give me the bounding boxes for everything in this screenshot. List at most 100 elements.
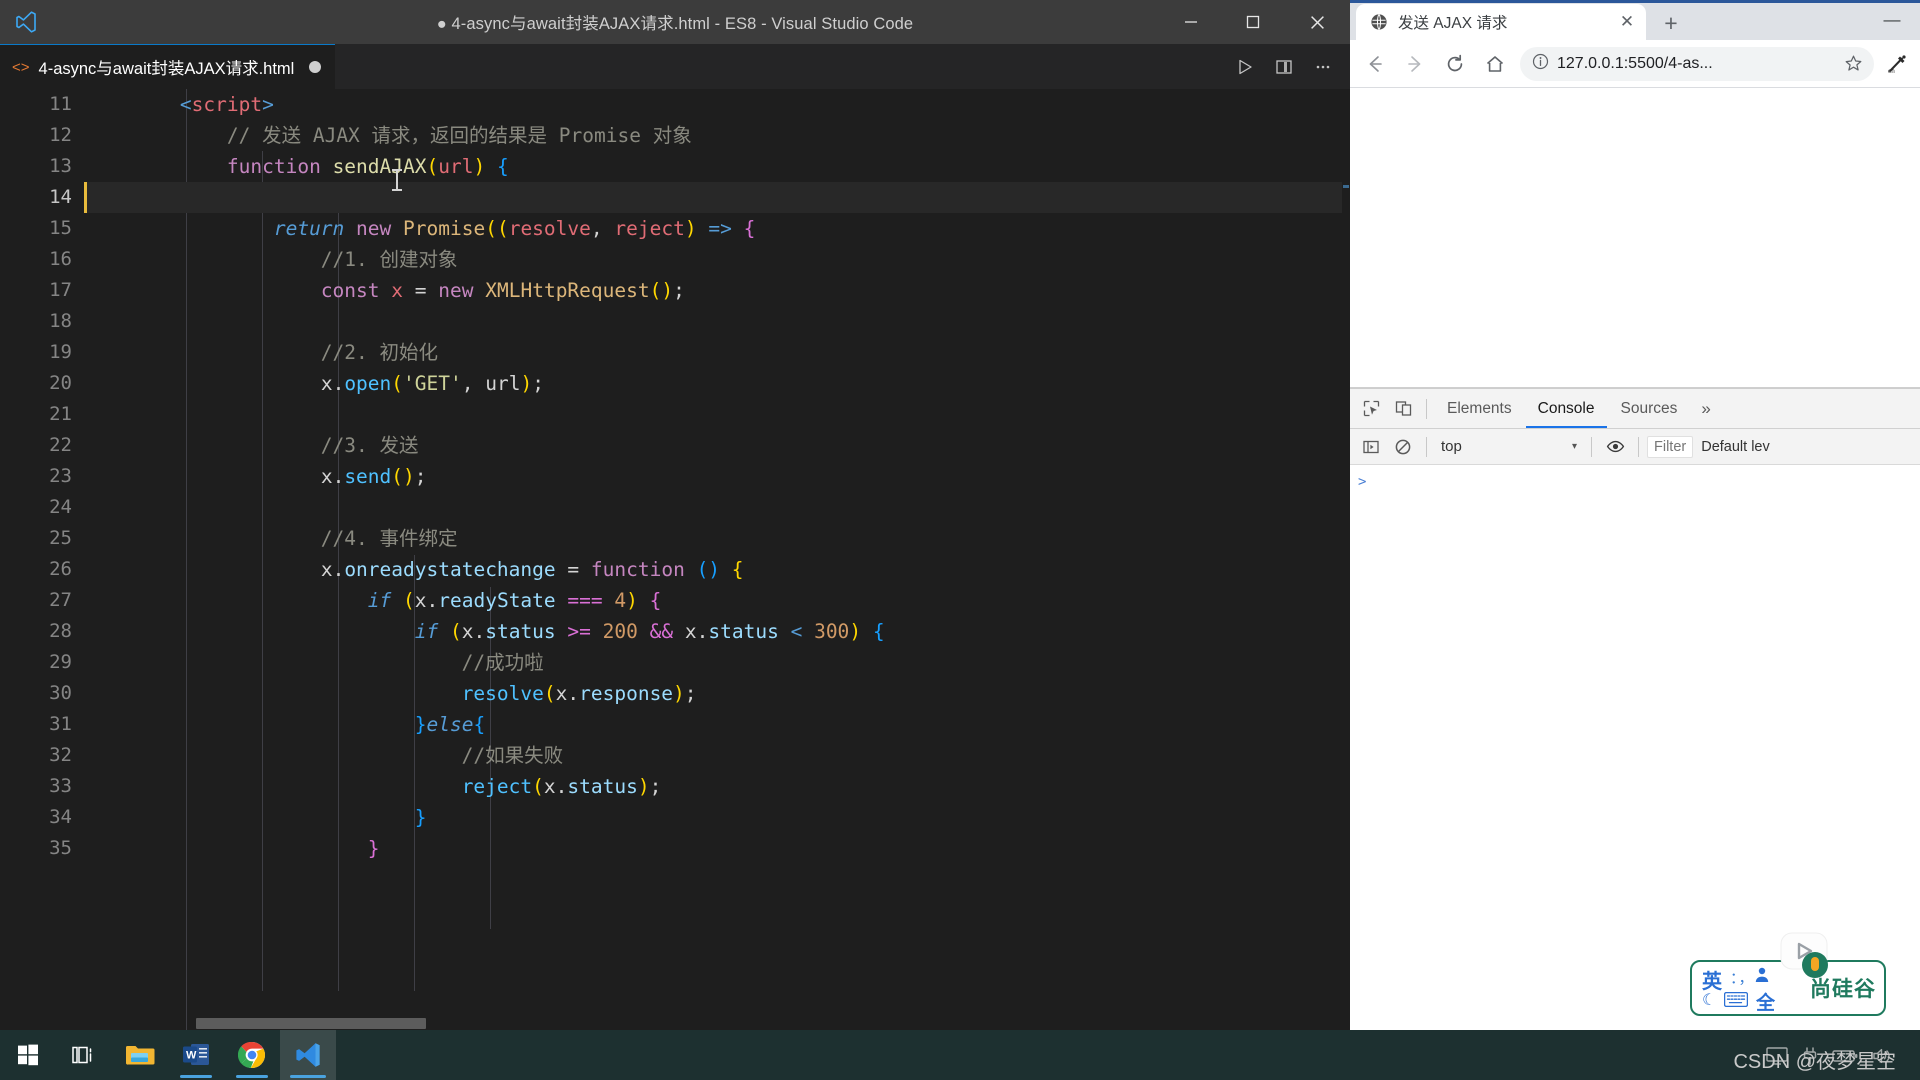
code-line[interactable]: x.send(); bbox=[86, 461, 1350, 492]
code-line[interactable]: // 发送 AJAX 请求，返回的结果是 Promise 对象 bbox=[86, 120, 1350, 151]
browser-minimize-button[interactable]: — bbox=[1870, 5, 1914, 35]
code-token: ) bbox=[849, 620, 862, 643]
ime-moon-icon[interactable]: ☾ bbox=[1702, 990, 1716, 1010]
line-number: 35 bbox=[49, 837, 72, 859]
devtools-panel: Elements Console Sources » top ▾ Filter … bbox=[1350, 388, 1920, 1027]
code-line[interactable]: return new Promise((resolve, reject) => … bbox=[86, 213, 1350, 244]
address-bar[interactable]: 127.0.0.1:5500/4-as... bbox=[1520, 46, 1874, 81]
overview-ruler[interactable] bbox=[1342, 89, 1350, 1030]
user-icon[interactable] bbox=[1754, 966, 1770, 983]
code-line[interactable]: reject(x.status); bbox=[86, 771, 1350, 802]
log-level-select[interactable]: Default lev bbox=[1695, 439, 1776, 455]
code-token: readyState bbox=[438, 589, 556, 612]
code-line[interactable] bbox=[86, 492, 1350, 523]
code-line[interactable] bbox=[86, 306, 1350, 337]
run-code-icon[interactable] bbox=[1228, 50, 1262, 84]
maximize-button[interactable] bbox=[1222, 0, 1284, 44]
screen: ● 4-async与await封装AJAX请求.html - ES8 - Vis… bbox=[0, 0, 1920, 1080]
code-line[interactable]: function sendAJAX(url) { bbox=[86, 151, 1350, 182]
close-button[interactable] bbox=[1284, 0, 1350, 44]
task-view-button[interactable] bbox=[56, 1030, 112, 1080]
code-line[interactable]: x.open('GET', url); bbox=[86, 368, 1350, 399]
scrollbar-thumb[interactable] bbox=[196, 1018, 426, 1029]
code-token: x bbox=[320, 372, 333, 395]
code-line[interactable] bbox=[86, 399, 1350, 430]
code-line[interactable]: x.onreadystatechange = function () { bbox=[86, 554, 1350, 585]
devtools-tabbar: Elements Console Sources » bbox=[1350, 389, 1920, 429]
code-line[interactable]: //1. 创建对象 bbox=[86, 244, 1350, 275]
ime-fullwidth-toggle[interactable]: 全 bbox=[1756, 988, 1775, 1014]
editor-actions bbox=[1228, 44, 1340, 89]
code-content[interactable]: <script> // 发送 AJAX 请求，返回的结果是 Promise 对象… bbox=[86, 89, 1350, 1030]
console-output[interactable]: > bbox=[1350, 465, 1920, 1027]
line-number: 22 bbox=[49, 434, 72, 456]
execution-context-value: top bbox=[1441, 438, 1462, 455]
tab-sources[interactable]: Sources bbox=[1609, 390, 1690, 428]
code-line[interactable]: //3. 发送 bbox=[86, 430, 1350, 461]
word-button[interactable]: W bbox=[168, 1030, 224, 1080]
code-line[interactable]: if (x.readyState === 4) { bbox=[86, 585, 1350, 616]
unsaved-dot-icon bbox=[309, 61, 322, 73]
divider bbox=[1426, 436, 1427, 457]
tab-console[interactable]: Console bbox=[1526, 390, 1607, 428]
reload-icon[interactable] bbox=[1436, 45, 1474, 83]
tab-elements[interactable]: Elements bbox=[1435, 390, 1524, 428]
profile-icon[interactable]: en bbox=[1880, 47, 1914, 81]
page-viewport[interactable] bbox=[1350, 88, 1920, 388]
vscode-button[interactable] bbox=[280, 1030, 336, 1080]
execution-context-select[interactable]: top ▾ bbox=[1435, 434, 1583, 460]
url-text[interactable]: 127.0.0.1:5500/4-as... bbox=[1557, 55, 1832, 73]
horizontal-scrollbar[interactable] bbox=[86, 1016, 1086, 1030]
file-explorer-button[interactable] bbox=[112, 1030, 168, 1080]
start-button[interactable] bbox=[0, 1030, 56, 1080]
code-line[interactable] bbox=[86, 182, 1350, 213]
close-icon[interactable]: ✕ bbox=[1616, 11, 1638, 33]
code-line[interactable]: resolve(x.response); bbox=[86, 678, 1350, 709]
code-line[interactable]: if (x.status >= 200 && x.status < 300) { bbox=[86, 616, 1350, 647]
code-token: XMLHttpRequest bbox=[485, 279, 650, 302]
code-line[interactable]: //4. 事件绑定 bbox=[86, 523, 1350, 554]
site-info-icon[interactable] bbox=[1532, 53, 1549, 75]
live-expression-icon[interactable] bbox=[1600, 432, 1630, 462]
code-line[interactable]: //成功啦 bbox=[86, 647, 1350, 678]
code-line[interactable]: //如果失败 bbox=[86, 740, 1350, 771]
more-tabs-icon[interactable]: » bbox=[1691, 390, 1720, 428]
chrome-button[interactable] bbox=[224, 1030, 280, 1080]
minimize-button[interactable] bbox=[1160, 0, 1222, 44]
code-line[interactable]: <script> bbox=[86, 89, 1350, 120]
editor-tab-active[interactable]: <> 4-async与await封装AJAX请求.html bbox=[0, 44, 336, 89]
inspect-element-icon[interactable] bbox=[1356, 394, 1386, 424]
console-sidebar-icon[interactable] bbox=[1356, 432, 1386, 462]
clear-console-icon[interactable] bbox=[1388, 432, 1418, 462]
code-token: , bbox=[590, 217, 615, 240]
forward-arrow-icon[interactable] bbox=[1396, 45, 1434, 83]
code-token: { bbox=[731, 558, 744, 581]
code-line[interactable]: const x = new XMLHttpRequest(); bbox=[86, 275, 1350, 306]
console-prompt[interactable]: > bbox=[1350, 471, 1920, 493]
code-token: resolve bbox=[508, 217, 591, 240]
code-line[interactable]: } bbox=[86, 802, 1350, 833]
browser-tab[interactable]: 发送 AJAX 请求 ✕ bbox=[1356, 4, 1646, 40]
home-icon[interactable] bbox=[1476, 45, 1514, 83]
code-line[interactable]: //2. 初始化 bbox=[86, 337, 1350, 368]
split-editor-icon[interactable] bbox=[1267, 50, 1301, 84]
line-number: 13 bbox=[49, 155, 72, 177]
code-token: status bbox=[708, 620, 779, 643]
line-number: 11 bbox=[49, 93, 72, 115]
code-token: x bbox=[414, 589, 427, 612]
star-icon[interactable] bbox=[1840, 51, 1866, 77]
keyboard-icon[interactable] bbox=[1723, 991, 1749, 1008]
video-play-badge-icon bbox=[1775, 925, 1833, 985]
code-token: onreadystatechange bbox=[344, 558, 556, 581]
ime-punctuation-toggle[interactable]: ：， bbox=[1730, 967, 1755, 988]
device-toolbar-icon[interactable] bbox=[1388, 394, 1418, 424]
back-arrow-icon[interactable] bbox=[1356, 45, 1394, 83]
line-number: 32 bbox=[49, 744, 72, 766]
code-line[interactable]: }else{ bbox=[86, 709, 1350, 740]
code-line[interactable]: } bbox=[86, 833, 1350, 864]
more-actions-icon[interactable] bbox=[1306, 50, 1340, 84]
code-editor[interactable]: 11 12 13 14 15 16 17 18 19 20 21 22 23 24 25 26 27 28 29 30… bbox=[0, 89, 1350, 1030]
new-tab-button[interactable]: + bbox=[1654, 6, 1688, 40]
filter-input[interactable]: Filter bbox=[1647, 435, 1694, 458]
